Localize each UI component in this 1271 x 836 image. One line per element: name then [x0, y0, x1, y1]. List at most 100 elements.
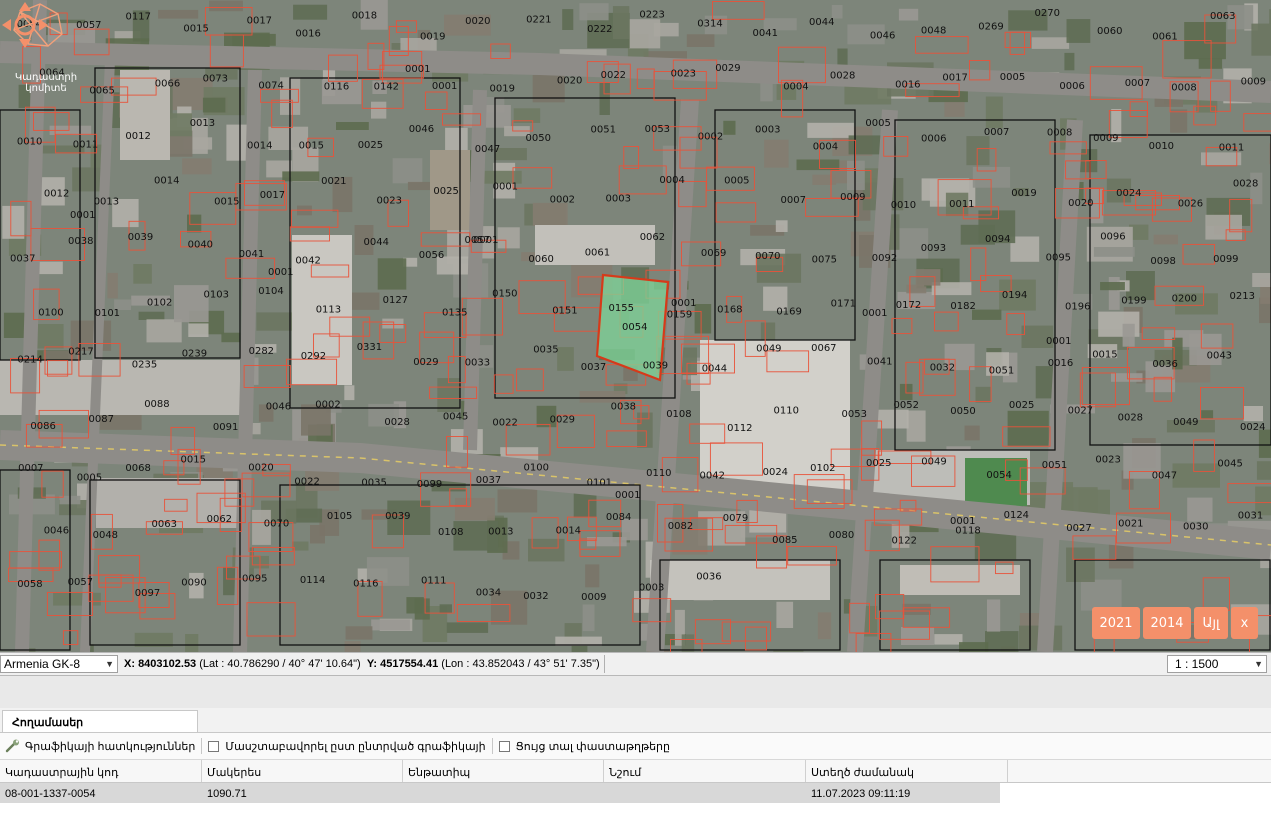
parcel-label[interactable]: 0111	[421, 576, 446, 587]
parcel-label[interactable]: 0063	[152, 519, 177, 530]
history-2014-button[interactable]: 2014	[1143, 607, 1191, 639]
parcel-label[interactable]: 0019	[1011, 188, 1036, 199]
road-label[interactable]: 0001	[862, 308, 887, 319]
parcel-label[interactable]: 0099	[417, 479, 442, 490]
parcel-label[interactable]: 0196	[1065, 302, 1090, 313]
parcel-label[interactable]: 0095	[242, 574, 267, 585]
parcel-label[interactable]: 0046	[870, 31, 895, 42]
parcel-label[interactable]: 0056	[419, 250, 444, 261]
projection-select[interactable]: Armenia GK-8 ▼	[0, 655, 118, 673]
parcel-label[interactable]: 0005	[77, 472, 102, 483]
parcel-label[interactable]: 0058	[17, 579, 42, 590]
parcel-label[interactable]: 0041	[753, 28, 778, 39]
parcel-label[interactable]: 0100	[524, 463, 549, 474]
parcel-label[interactable]: 0026	[1178, 199, 1203, 210]
parcel-label[interactable]: 0031	[1238, 510, 1263, 521]
parcel-label[interactable]: 0172	[896, 300, 921, 311]
parcel-label[interactable]: 0067	[811, 343, 836, 354]
parcel-label[interactable]: 0037	[476, 475, 501, 486]
parcel-label[interactable]: 0079	[723, 513, 748, 524]
parcel-label[interactable]: 0112	[727, 423, 752, 434]
parcel-label[interactable]: 0041	[239, 249, 264, 260]
parcel-label[interactable]: 0008	[1047, 128, 1072, 139]
parcel-label[interactable]: 0007	[18, 463, 43, 474]
parcel-label[interactable]: 0150	[492, 288, 517, 299]
parcel-label[interactable]: 0021	[321, 176, 346, 187]
parcel-label[interactable]: 0044	[809, 17, 834, 28]
parcel-label[interactable]: 0135	[442, 308, 467, 319]
parcel-label[interactable]: 0024	[1240, 422, 1265, 433]
parcel-label[interactable]: 0036	[1152, 359, 1177, 370]
parcel-label[interactable]: 0005	[1000, 72, 1025, 83]
parcel-label[interactable]: 0114	[300, 575, 325, 586]
parcel-label[interactable]: 0142	[374, 82, 399, 93]
parcel-label[interactable]: 0104	[258, 286, 283, 297]
parcel-label[interactable]: 0033	[465, 357, 490, 368]
parcel-label[interactable]: 0009	[840, 192, 865, 203]
parcel-label[interactable]: 0116	[324, 81, 349, 92]
parcel-label[interactable]: 0025	[358, 140, 383, 151]
road-label[interactable]: 0001	[473, 235, 498, 246]
parcel-label[interactable]: 0049	[756, 344, 781, 355]
parcel-label[interactable]: 0016	[1048, 358, 1073, 369]
history-other-button[interactable]: Այլ	[1194, 607, 1228, 639]
parcel-label[interactable]: 0009	[581, 592, 606, 603]
parcel-label[interactable]: 0087	[89, 414, 114, 425]
parcel-label[interactable]: 0017	[942, 73, 967, 84]
parcel-label[interactable]: 0047	[475, 144, 500, 155]
parcel-label[interactable]: 0049	[921, 457, 946, 468]
parcel-label[interactable]: 0037	[10, 254, 35, 265]
parcel-label[interactable]: 0101	[95, 308, 120, 319]
parcel-label[interactable]: 0005	[724, 176, 749, 187]
parcel-label[interactable]: 0108	[438, 527, 463, 538]
parcel-label[interactable]: 0074	[258, 81, 283, 92]
parcel-label[interactable]: 0011	[949, 199, 974, 210]
parcel-label[interactable]: 0025	[1009, 400, 1034, 411]
parcel-label[interactable]: 0068	[125, 463, 150, 474]
parcel-label[interactable]: 0019	[490, 84, 515, 95]
parcel-label[interactable]: 0004	[659, 175, 684, 186]
parcel-label[interactable]: 0053	[645, 124, 670, 135]
parcel-label[interactable]: 0025	[866, 458, 891, 469]
parcel-label[interactable]: 0010	[17, 136, 42, 147]
parcel-label[interactable]: 0270	[1035, 8, 1060, 19]
parcel-label[interactable]: 0082	[668, 521, 693, 532]
parcel-label[interactable]: 0217	[68, 346, 93, 357]
parcel-label[interactable]: 0062	[640, 232, 665, 243]
parcel-label[interactable]: 0017	[260, 190, 285, 201]
parcel-label[interactable]: 0029	[550, 414, 575, 425]
parcel-label[interactable]: 0051	[1042, 460, 1067, 471]
show-documents-checkbox[interactable]	[498, 740, 510, 752]
parcel-label[interactable]: 0044	[364, 237, 389, 248]
parcel-label[interactable]: 0223	[639, 10, 664, 21]
parcel-label[interactable]: 0012	[44, 189, 69, 200]
parcel-label[interactable]: 0020	[557, 75, 582, 86]
parcel-label[interactable]: 0022	[492, 418, 517, 429]
parcel-label[interactable]: 0054	[986, 470, 1011, 481]
parcel-label[interactable]: 0221	[526, 15, 551, 26]
parcel-label[interactable]: 0044	[702, 364, 727, 375]
parcel-label[interactable]: 0159	[667, 309, 692, 320]
parcel-label[interactable]: 0004	[813, 142, 838, 153]
parcel-label[interactable]: 0048	[93, 530, 118, 541]
parcel-label[interactable]: 0080	[829, 530, 854, 541]
parcel-label[interactable]: 0269	[978, 21, 1003, 32]
parcel-label[interactable]: 0035	[361, 478, 386, 489]
parcel-label[interactable]: 0108	[666, 409, 691, 420]
parcel-label[interactable]: 0003	[639, 582, 664, 593]
parcel-label[interactable]: 0014	[247, 141, 272, 152]
parcel-label[interactable]: 0213	[1230, 291, 1255, 302]
zoom-by-selected-toggle[interactable]: Մասշտաբավորել ըստ ընտրված գրաֆիկայի	[208, 740, 486, 753]
parcel-label[interactable]: 0020	[465, 16, 490, 27]
parcel-label[interactable]: 0039	[643, 360, 668, 371]
history-2021-button[interactable]: 2021	[1092, 607, 1140, 639]
parcel-label[interactable]: 0029	[715, 63, 740, 74]
parcel-label[interactable]: 0070	[755, 251, 780, 262]
parcel-label[interactable]: 0051	[591, 124, 616, 135]
parcel-label[interactable]: 0086	[30, 421, 55, 432]
parcel-label[interactable]: 0039	[128, 232, 153, 243]
parcel-label[interactable]: 0048	[921, 26, 946, 37]
parcel-label[interactable]: 0014	[556, 525, 581, 536]
parcel-label[interactable]: 0239	[182, 349, 207, 360]
parcel-label[interactable]: 0049	[1173, 417, 1198, 428]
